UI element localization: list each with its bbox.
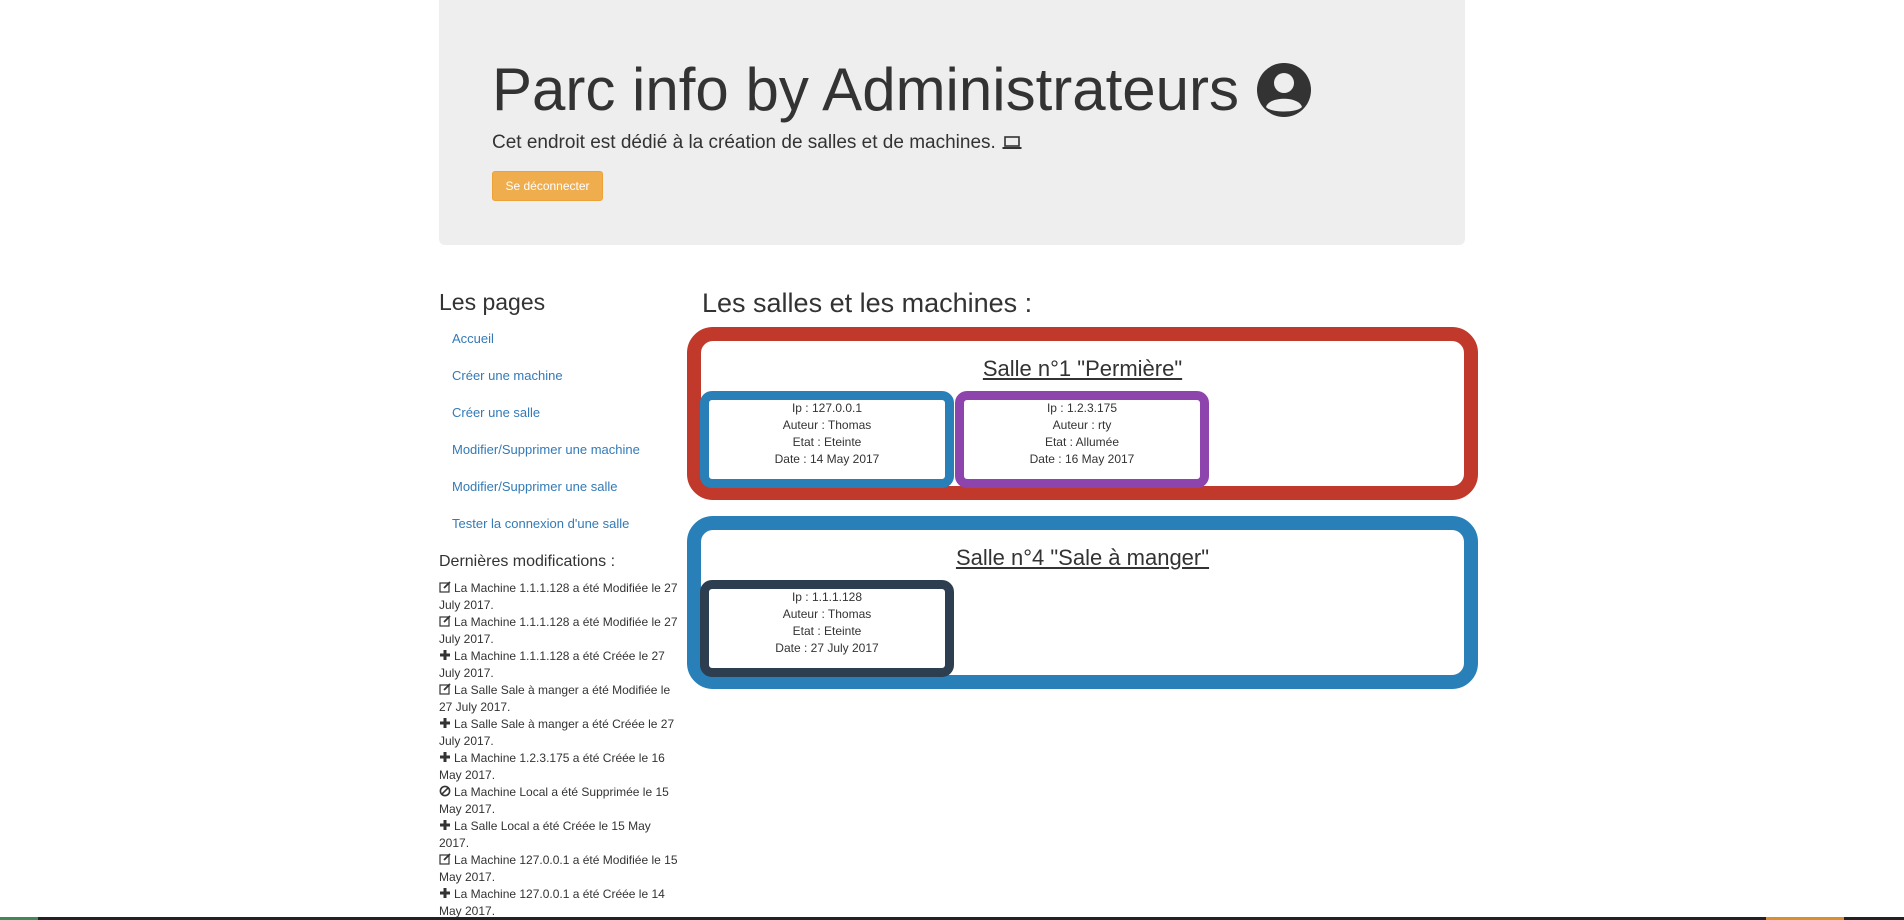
edit-icon (439, 683, 451, 695)
nav-link-modifier-machine[interactable]: Modifier/Supprimer une machine (439, 435, 679, 465)
page-subtitle-text: Cet endroit est dédié à la création de s… (492, 132, 996, 153)
machine-auteur: Auteur : Thomas (782, 607, 872, 621)
plus-icon (439, 717, 451, 729)
machine-ip: Ip : 1.1.1.128 (791, 590, 863, 604)
recent-change-item: La Salle Sale à manger a été Modifiée le… (439, 682, 679, 716)
recent-change-text: La Machine 1.1.1.128 a été Créée le 27 J… (439, 649, 665, 680)
machine-etat: Etat : Eteinte (792, 435, 862, 449)
sidebar-item-accueil: Accueil (439, 324, 679, 361)
machine-date: Date : 16 May 2017 (1029, 452, 1135, 466)
nav-link-accueil[interactable]: Accueil (439, 324, 679, 354)
recent-change-item: La Machine 127.0.0.1 a été Modifiée le 1… (439, 852, 679, 886)
salle-card: Salle n°4 "Sale à manger" Ip : 1.1.1.128… (687, 516, 1478, 689)
nav-link-tester-connexion[interactable]: Tester la connexion d'une salle (439, 509, 679, 539)
recent-change-item: La Machine Local a été Supprimée le 15 M… (439, 784, 679, 818)
sidebar-item-modifier-salle: Modifier/Supprimer une salle (439, 472, 679, 509)
recent-change-item: La Salle Sale à manger a été Créée le 27… (439, 716, 679, 750)
recent-change-text: La Machine 127.0.0.1 a été Modifiée le 1… (439, 853, 678, 884)
plus-icon (439, 649, 451, 661)
recent-change-item: La Machine 1.1.1.128 a été Modifiée le 2… (439, 580, 679, 614)
plus-icon (439, 887, 451, 899)
recent-change-item: La Machine 1.1.1.128 a été Créée le 27 J… (439, 648, 679, 682)
sidebar-item-creer-salle: Créer une salle (439, 398, 679, 435)
edit-icon (439, 853, 451, 865)
machine-ip: Ip : 127.0.0.1 (791, 401, 863, 415)
sidebar-title: Les pages (439, 289, 546, 315)
recent-changes-list: La Machine 1.1.1.128 a été Modifiée le 2… (439, 580, 679, 920)
recent-change-text: La Machine 1.1.1.128 a été Modifiée le 2… (439, 581, 678, 612)
machine-auteur: Auteur : rty (1052, 418, 1112, 432)
machine-ip: Ip : 1.2.3.175 (1046, 401, 1118, 415)
machine-etat: Etat : Allumée (1044, 435, 1120, 449)
recent-change-text: La Salle Local a été Créée le 15 May 201… (439, 819, 651, 850)
machine-auteur: Auteur : Thomas (782, 418, 872, 432)
recent-change-text: La Machine Local a été Supprimée le 15 M… (439, 785, 669, 816)
salle-title: Salle n°4 "Sale à manger" (955, 545, 1210, 570)
user-icon (1256, 63, 1311, 117)
edit-icon (439, 615, 451, 627)
page-title-text: Parc info by Administrateurs (492, 56, 1239, 123)
nav-link-creer-machine[interactable]: Créer une machine (439, 361, 679, 391)
plus-icon (439, 751, 451, 763)
recent-change-item: La Salle Local a été Créée le 15 May 201… (439, 818, 679, 852)
recent-change-text: La Salle Sale à manger a été Créée le 27… (439, 717, 675, 748)
machine-card[interactable]: Ip : 1.2.3.175 Auteur : rty Etat : Allum… (955, 391, 1209, 488)
sidebar-item-modifier-machine: Modifier/Supprimer une machine (439, 435, 679, 472)
sidebar: Les pages Accueil Créer une machine Crée… (439, 282, 679, 920)
recent-changes-title: Dernières modifications : (439, 553, 616, 570)
machine-date: Date : 27 July 2017 (775, 641, 879, 655)
ban-icon (439, 785, 451, 797)
salle-title: Salle n°1 "Permière" (982, 356, 1183, 381)
header-jumbotron: Parc info by Administrateurs Cet endroit… (439, 0, 1465, 245)
machine-etat: Etat : Eteinte (792, 624, 862, 638)
sidebar-nav: Accueil Créer une machine Créer une sall… (439, 324, 679, 546)
recent-change-item: La Machine 127.0.0.1 a été Créée le 14 M… (439, 886, 679, 920)
laptop-icon (1002, 136, 1022, 149)
machine-card[interactable]: Ip : 127.0.0.1 Auteur : Thomas Etat : Et… (700, 391, 954, 488)
recent-change-text: La Machine 1.2.3.175 a été Créée le 16 M… (439, 751, 665, 782)
plus-icon (439, 819, 451, 831)
machine-date: Date : 14 May 2017 (774, 452, 880, 466)
page-title: Parc info by Administrateurs (492, 56, 1313, 124)
nav-link-modifier-salle[interactable]: Modifier/Supprimer une salle (439, 472, 679, 502)
recent-change-item: La Machine 1.1.1.128 a été Modifiée le 2… (439, 614, 679, 648)
machine-card[interactable]: Ip : 1.1.1.128 Auteur : Thomas Etat : Et… (700, 580, 954, 677)
recent-change-item: La Machine 1.2.3.175 a été Créée le 16 M… (439, 750, 679, 784)
logout-button[interactable]: Se déconnecter (492, 171, 603, 201)
sidebar-item-creer-machine: Créer une machine (439, 361, 679, 398)
sidebar-item-tester-connexion: Tester la connexion d'une salle (439, 509, 679, 546)
recent-change-text: La Machine 1.1.1.128 a été Modifiée le 2… (439, 615, 678, 646)
nav-link-creer-salle[interactable]: Créer une salle (439, 398, 679, 428)
recent-change-text: La Machine 127.0.0.1 a été Créée le 14 M… (439, 887, 665, 918)
recent-change-text: La Salle Sale à manger a été Modifiée le… (439, 683, 671, 714)
page-subtitle: Cet endroit est dédié à la création de s… (492, 132, 1022, 154)
edit-icon (439, 581, 451, 593)
salle-card: Salle n°1 "Permière" Ip : 127.0.0.1 Aute… (687, 327, 1478, 500)
main-title: Les salles et les machines : (702, 288, 1033, 318)
